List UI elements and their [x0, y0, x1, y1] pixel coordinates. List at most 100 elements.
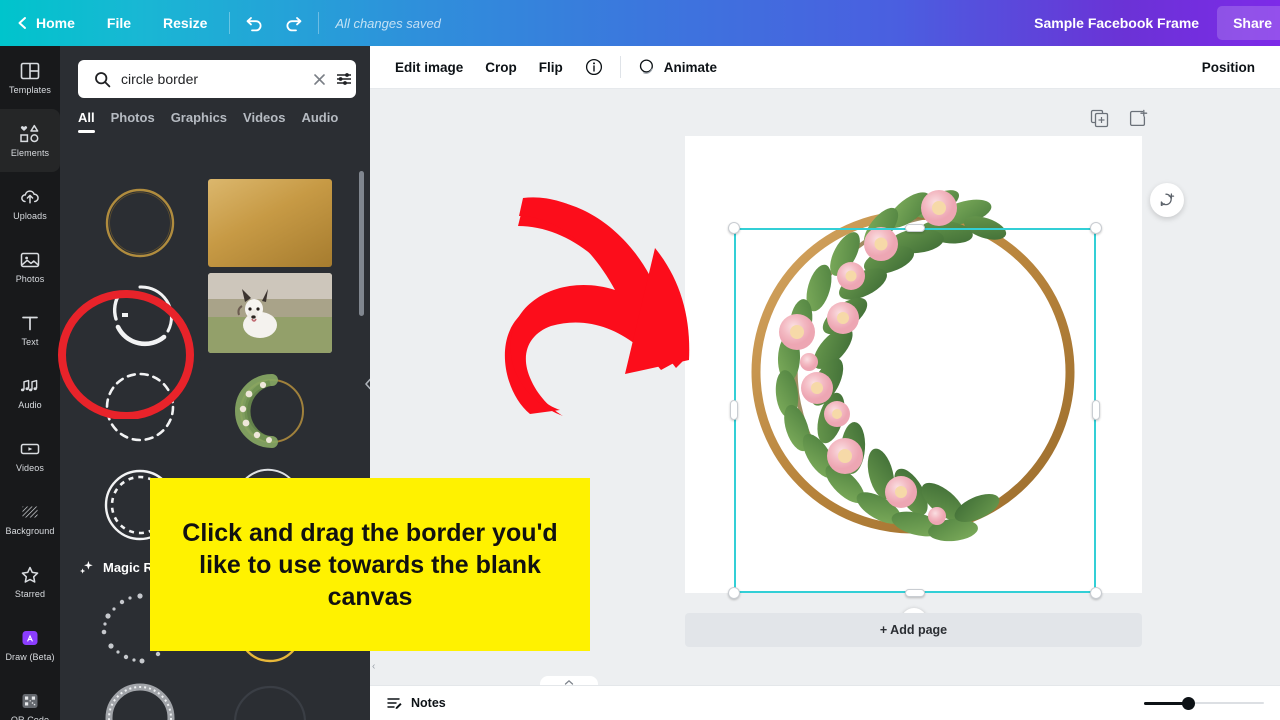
- result-dog-photo-thumbnail[interactable]: [208, 273, 332, 353]
- star-icon: [21, 566, 39, 583]
- result-silver-beaded-circle[interactable]: [78, 678, 202, 720]
- info-circle-icon: [585, 58, 602, 76]
- sidebar-item-uploads[interactable]: Uploads: [0, 172, 60, 235]
- back-button[interactable]: [0, 16, 30, 30]
- result-white-dashed-circle-border[interactable]: [78, 367, 202, 447]
- chevron-left-icon: [18, 17, 26, 29]
- sidebar-item-label: Starred: [14, 589, 46, 599]
- elements-icon: [20, 124, 39, 143]
- duplicate-page-button[interactable]: [1090, 109, 1109, 133]
- home-button[interactable]: Home: [30, 0, 91, 46]
- resize-handle-left[interactable]: [730, 400, 738, 420]
- filter-sliders-icon[interactable]: [331, 71, 357, 87]
- resize-handle-right[interactable]: [1092, 400, 1100, 420]
- left-rail: Templates Elements Uploads Photos Text A…: [0, 46, 60, 720]
- design-canvas[interactable]: [685, 136, 1142, 634]
- add-page-bar[interactable]: + Add page: [685, 613, 1142, 647]
- design-title[interactable]: Sample Facebook Frame: [1016, 15, 1217, 31]
- resize-handle-bottom[interactable]: [905, 589, 925, 597]
- sidebar-item-videos[interactable]: Videos: [0, 424, 60, 487]
- panel-tabs: All Photos Graphics Videos Audio: [60, 98, 370, 133]
- sidebar-item-templates[interactable]: Templates: [0, 46, 60, 109]
- notes-label: Notes: [411, 696, 446, 710]
- zoom-slider-fill: [1144, 701, 1186, 705]
- animate-label: Animate: [663, 59, 718, 75]
- sidebar-item-label: Background: [5, 526, 55, 536]
- toolbar-divider: [619, 56, 621, 78]
- tab-all[interactable]: All: [78, 110, 95, 133]
- search-input[interactable]: [115, 71, 308, 87]
- sidebar-item-audio[interactable]: Audio: [0, 361, 60, 424]
- sidebar-item-label: Audio: [18, 400, 42, 410]
- add-comment-icon: [1160, 193, 1175, 207]
- resize-handle-top-left[interactable]: [728, 222, 740, 234]
- notes-icon: [387, 697, 402, 709]
- stage-scroll-left-icon: ‹: [372, 661, 376, 672]
- file-menu-button[interactable]: File: [91, 0, 147, 46]
- resize-handle-bottom-right[interactable]: [1090, 587, 1102, 599]
- crop-button[interactable]: Crop: [474, 60, 528, 75]
- canva-editor-app: Home File Resize All changes saved Sampl…: [0, 0, 1280, 720]
- result-gold-thin-circle-border[interactable]: [78, 179, 202, 267]
- zoom-slider[interactable]: [1144, 696, 1264, 710]
- editor-toolbar: Edit image Crop Flip Animate Position: [370, 46, 1280, 89]
- sidebar-item-qrcode[interactable]: QR Code: [0, 676, 60, 720]
- tab-photos[interactable]: Photos: [111, 110, 155, 133]
- zoom-slider-knob[interactable]: [1182, 696, 1195, 710]
- video-icon: [20, 443, 40, 455]
- sidebar-item-label: Videos: [16, 463, 44, 473]
- share-button[interactable]: Share: [1217, 6, 1280, 40]
- search-icon: [90, 71, 115, 88]
- sidebar-item-elements[interactable]: Elements: [0, 109, 60, 172]
- redo-icon: [286, 17, 302, 32]
- notes-button[interactable]: Notes: [386, 695, 446, 712]
- redo-button[interactable]: [274, 0, 312, 46]
- sidebar-item-text[interactable]: Text: [0, 298, 60, 361]
- tab-graphics[interactable]: Graphics: [171, 110, 227, 133]
- resize-button[interactable]: Resize: [147, 0, 223, 46]
- add-page-button[interactable]: [1129, 109, 1148, 133]
- top-bar: Home File Resize All changes saved Sampl…: [0, 0, 1280, 46]
- sidebar-item-photos[interactable]: Photos: [0, 235, 60, 298]
- undo-button[interactable]: [236, 0, 274, 46]
- floral-wreath-artwork: [685, 136, 1142, 593]
- panel-scrollbar[interactable]: [359, 171, 364, 316]
- undo-icon: [246, 17, 262, 32]
- resize-handle-bottom-left[interactable]: [728, 587, 740, 599]
- sidebar-item-label: Text: [21, 337, 39, 347]
- add-comment-button[interactable]: [1150, 183, 1184, 217]
- save-status: All changes saved: [335, 15, 441, 31]
- templates-icon: [20, 62, 40, 80]
- resize-handle-top-right[interactable]: [1090, 222, 1102, 234]
- edit-image-button[interactable]: Edit image: [384, 60, 474, 75]
- result-dark-plain-circle-outline[interactable]: [208, 678, 332, 720]
- result-gold-gradient-circle-fill[interactable]: [208, 179, 332, 267]
- sidebar-item-label: Draw (Beta): [5, 652, 55, 662]
- sidebar-item-background[interactable]: Background: [0, 487, 60, 550]
- sidebar-item-draw[interactable]: Draw (Beta): [0, 613, 60, 676]
- flip-button[interactable]: Flip: [528, 60, 574, 75]
- toolbar-divider: [229, 12, 231, 34]
- result-floral-wreath-gold-circle[interactable]: [208, 367, 332, 455]
- sparkles-icon: [80, 561, 93, 574]
- toolbar-divider-2: [318, 12, 320, 34]
- info-button[interactable]: [574, 58, 614, 76]
- position-button[interactable]: Position: [1191, 60, 1266, 75]
- audio-note-icon: [20, 379, 38, 392]
- duplicate-page-icon: [1090, 109, 1109, 128]
- draw-pen-icon: [22, 631, 38, 645]
- text-icon: [22, 316, 38, 331]
- tab-audio[interactable]: Audio: [301, 110, 338, 133]
- clear-search-button[interactable]: [308, 72, 331, 87]
- animate-button[interactable]: Animate: [627, 58, 728, 77]
- upload-cloud-icon: [21, 190, 39, 204]
- sidebar-item-label: Uploads: [13, 211, 47, 221]
- search-bar[interactable]: [78, 60, 356, 98]
- sidebar-item-starred[interactable]: Starred: [0, 550, 60, 613]
- page-actions: [1090, 109, 1148, 133]
- tab-videos[interactable]: Videos: [243, 110, 285, 133]
- result-white-broken-circle-border[interactable]: [78, 273, 202, 361]
- sidebar-item-label: QR Code: [10, 715, 50, 720]
- instruction-callout-text: Click and drag the border you'd like to …: [182, 518, 558, 611]
- resize-handle-top[interactable]: [905, 224, 925, 232]
